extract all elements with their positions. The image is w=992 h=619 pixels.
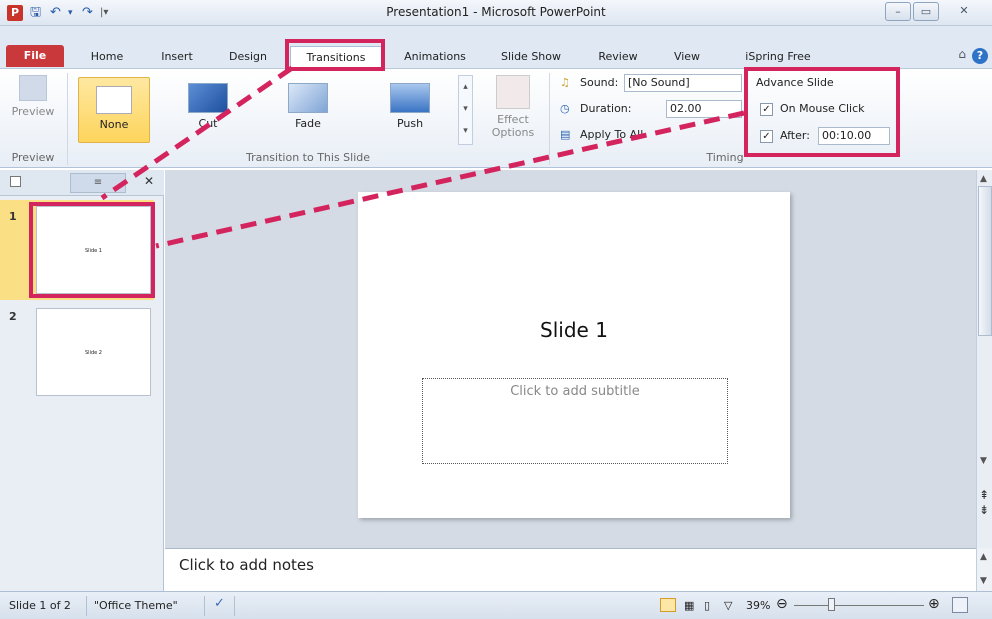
- slide-editing-area: Slide 1 Click to add subtitle: [165, 170, 976, 573]
- tab-home[interactable]: Home: [82, 46, 132, 68]
- notes-pane[interactable]: Click to add notes: [165, 548, 976, 591]
- none-transition-icon: [96, 86, 132, 114]
- previous-slide-icon[interactable]: ⇞: [979, 488, 989, 502]
- reading-view-icon[interactable]: ▯: [704, 599, 710, 612]
- minimize-ribbon-icon[interactable]: ⌂: [958, 47, 966, 61]
- slide-counter: Slide 1 of 2: [9, 599, 71, 612]
- window-title: Presentation1 - Microsoft PowerPoint: [386, 5, 606, 19]
- effect-options-label: Effect Options: [491, 113, 535, 139]
- preview-icon: [19, 75, 47, 101]
- slide-number: 2: [9, 310, 17, 323]
- transition-gallery-scroll[interactable]: ▴ ▾ ▾: [458, 75, 473, 145]
- transitions-tab-highlight: [285, 39, 385, 71]
- minimize-button[interactable]: –: [885, 2, 911, 21]
- slide-canvas[interactable]: Slide 1 Click to add subtitle: [358, 192, 790, 518]
- zoom-slider-thumb[interactable]: [828, 598, 835, 611]
- fade-transition-icon: [288, 83, 328, 113]
- title-bar: P 🖫 ↶ ▾ ↷ |▾ Presentation1 - Microsoft P…: [0, 0, 992, 26]
- transition-cut-button[interactable]: Cut: [172, 75, 244, 145]
- advance-slide-highlight: [744, 67, 900, 157]
- scroll-down-icon[interactable]: ▼: [980, 456, 987, 466]
- transition-fade-button[interactable]: Fade: [272, 75, 344, 145]
- preview-label: Preview: [11, 105, 55, 118]
- slides-tab-icon[interactable]: [10, 176, 21, 187]
- scroll-thumb[interactable]: [978, 186, 992, 336]
- apply-to-all-button[interactable]: Apply To All: [580, 125, 643, 145]
- slide-number: 1: [9, 210, 17, 223]
- apply-to-all-icon: ▤: [560, 128, 571, 141]
- outline-tab-icon[interactable]: ≡: [70, 173, 126, 193]
- slide-sorter-icon[interactable]: ▦: [684, 599, 694, 612]
- effect-options-button[interactable]: Effect Options: [482, 75, 544, 145]
- tab-animations[interactable]: Animations: [392, 46, 478, 68]
- zoom-slider[interactable]: [794, 605, 924, 606]
- clock-icon: ◷: [560, 102, 570, 115]
- ribbon-tabs: File Home Insert Design Transitions Anim…: [0, 26, 992, 68]
- normal-view-icon[interactable]: [660, 598, 676, 612]
- theme-name[interactable]: "Office Theme": [94, 599, 178, 612]
- notes-scroll-up-icon[interactable]: ▲: [980, 552, 987, 562]
- push-transition-icon: [390, 83, 430, 113]
- transition-push-button[interactable]: Push: [372, 75, 448, 145]
- notes-scrollbar[interactable]: ▲ ▼: [976, 548, 992, 591]
- duration-label: Duration:: [580, 102, 632, 115]
- cut-label: Cut: [198, 117, 218, 130]
- push-label: Push: [396, 117, 424, 130]
- zoom-in-icon[interactable]: ⊕: [928, 596, 940, 612]
- group-label-preview: Preview: [11, 151, 55, 164]
- sound-label: Sound:: [580, 76, 619, 89]
- sound-icon: ♫: [560, 76, 570, 89]
- help-icon[interactable]: ?: [972, 48, 988, 64]
- tab-view[interactable]: View: [664, 46, 710, 68]
- slide-title[interactable]: Slide 1: [358, 318, 790, 342]
- sound-dropdown[interactable]: [No Sound]: [624, 74, 742, 92]
- tab-slide-show[interactable]: Slide Show: [490, 46, 572, 68]
- cut-transition-icon: [188, 83, 228, 113]
- notes-scroll-down-icon[interactable]: ▼: [980, 576, 987, 586]
- transition-none-button[interactable]: None: [78, 77, 150, 143]
- sound-value: [No Sound]: [628, 76, 690, 89]
- zoom-out-icon[interactable]: ⊖: [776, 596, 788, 612]
- duration-value: 02.00: [670, 102, 702, 115]
- spell-check-icon[interactable]: ✓: [214, 596, 225, 611]
- status-divider: [86, 596, 87, 616]
- scroll-up-icon[interactable]: ▲: [980, 174, 987, 184]
- maximize-button[interactable]: ▭: [913, 2, 939, 21]
- status-divider: [204, 596, 205, 616]
- tab-review[interactable]: Review: [590, 46, 646, 68]
- tab-ispring-free[interactable]: iSpring Free: [728, 46, 828, 68]
- vertical-scrollbar[interactable]: ▲ ▼ ⇞ ⇟: [976, 170, 992, 573]
- tab-insert[interactable]: Insert: [150, 46, 204, 68]
- next-slide-icon[interactable]: ⇟: [979, 503, 989, 517]
- notes-placeholder[interactable]: Click to add notes: [179, 556, 314, 574]
- slide-show-icon[interactable]: ▽: [724, 599, 732, 612]
- preview-button[interactable]: Preview: [6, 75, 60, 145]
- tab-design[interactable]: Design: [220, 46, 276, 68]
- status-divider: [234, 596, 235, 616]
- slide-thumbnail-highlight: [29, 202, 155, 298]
- close-button[interactable]: ✕: [941, 2, 987, 21]
- panel-tabs: ≡ ✕: [0, 170, 164, 196]
- group-label-transition: Transition to This Slide: [245, 151, 371, 164]
- tab-file[interactable]: File: [6, 45, 64, 67]
- duration-field[interactable]: 02.00: [666, 100, 742, 118]
- effect-options-icon: [496, 75, 530, 109]
- fit-to-window-icon[interactable]: [952, 597, 968, 613]
- subtitle-placeholder[interactable]: Click to add subtitle: [422, 378, 728, 464]
- zoom-level[interactable]: 39%: [746, 599, 770, 612]
- slide-thumbnail-2[interactable]: Slide 2: [36, 308, 151, 396]
- fade-label: Fade: [295, 117, 321, 130]
- none-label: None: [99, 118, 129, 131]
- close-panel-icon[interactable]: ✕: [144, 174, 154, 188]
- status-bar: Slide 1 of 2 "Office Theme" ✓ ▦ ▯ ▽ 39% …: [0, 591, 992, 619]
- thumbnail-title: Slide 2: [85, 350, 102, 356]
